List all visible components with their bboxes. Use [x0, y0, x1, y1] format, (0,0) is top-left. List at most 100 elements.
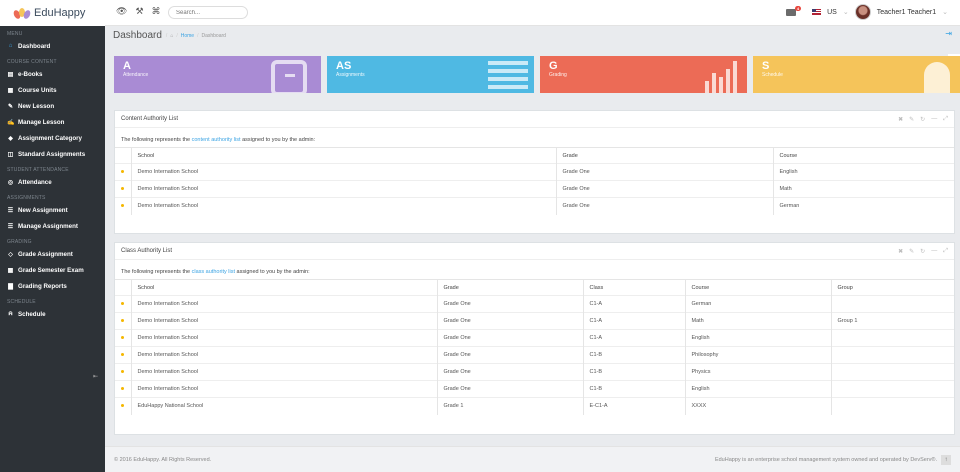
us-flag-icon — [812, 9, 822, 15]
language-selector[interactable]: US — [827, 9, 837, 16]
expand-icon[interactable]: ⌘ — [152, 6, 161, 17]
sidebar-item-course-units[interactable]: ▦ Course Units — [0, 82, 105, 98]
cell: Grade One — [436, 312, 583, 330]
list-icon: ☰ — [7, 207, 14, 214]
table-row[interactable]: Demo Internation School Grade One C1-B Phys… — [115, 363, 954, 381]
cell: Demo Internation School — [130, 346, 437, 364]
status-cell — [115, 397, 131, 415]
bell-icon: ⍾ — [8, 310, 13, 317]
sidebar-item-label: Grade Semester Exam — [18, 266, 84, 274]
table-row[interactable]: Demo Internation School Grade One German — [115, 197, 954, 215]
status-dot — [121, 187, 125, 190]
sidebar-item-grading-reports[interactable]: ▇ Grading Reports — [0, 278, 105, 294]
minimize-icon[interactable]: — — [931, 116, 937, 123]
sidebar-section-student-attendance: STUDENT ATTENDANCE — [7, 167, 69, 173]
status-dot — [121, 302, 125, 305]
table-header[interactable]: School — [130, 279, 437, 296]
breadcrumb-home[interactable]: Home — [181, 33, 194, 39]
cell: C1-B — [582, 346, 685, 364]
table-row[interactable]: Demo Internation School Grade One Math — [115, 180, 954, 198]
cell — [830, 346, 954, 364]
tile-attendance[interactable]: A Attendance — [114, 56, 321, 93]
table-row[interactable]: Demo Internation School Grade One C1-A Engl… — [115, 329, 954, 347]
status-dot — [121, 336, 125, 339]
table-row[interactable]: Demo Internation School Grade One C1-A Germ… — [115, 295, 954, 313]
tile-grading[interactable]: G Grading — [540, 56, 747, 93]
table-row[interactable]: Demo Internation School Grade One C1-B Engl… — [115, 380, 954, 398]
tile-schedule[interactable]: S Schedule — [753, 56, 960, 93]
cell: Demo Internation School — [130, 312, 437, 330]
close-icon[interactable]: ✖ — [898, 116, 903, 123]
sidebar-item-label: Grade Assignment — [18, 250, 73, 258]
table-row[interactable]: EduHappy National School Grade 1 E-C1-A XXX… — [115, 397, 954, 415]
class-authority-link[interactable]: class authority list — [192, 269, 235, 275]
cell: Demo Internation School — [130, 163, 556, 181]
table-header[interactable]: Course — [772, 147, 954, 164]
intro-text: assigned to you by the admin: — [235, 269, 310, 275]
brand[interactable]: EduHappy — [0, 0, 105, 26]
table-header — [115, 279, 131, 296]
eye-icon[interactable]: 👁 — [116, 6, 127, 17]
refresh-icon[interactable]: ↻ — [920, 248, 925, 255]
cell: Math — [684, 312, 831, 330]
circle-icon: ◎ — [7, 179, 14, 186]
table-row[interactable]: Demo Internation School Grade One C1-A Math… — [115, 312, 954, 330]
columns-icon: ◫ — [7, 151, 14, 158]
sidebar-item-schedule[interactable]: ⍾ Schedule — [0, 306, 105, 322]
sidebar-item-grade-semester-exam[interactable]: ▦ Grade Semester Exam — [0, 262, 105, 278]
table-header[interactable]: School — [130, 147, 556, 164]
tile-label: Schedule — [762, 72, 783, 78]
class-authority-table: School Grade Class Course Group Demo Int… — [115, 279, 954, 415]
content-authority-panel: Content Authority List ✖ ✎ ↻ — ⤢ The fol… — [114, 110, 955, 234]
pencil-icon: ✎ — [7, 103, 14, 110]
table-row[interactable]: Demo Internation School Grade One C1-B Phil… — [115, 346, 954, 364]
sidebar-item-new-assignment[interactable]: ☰ New Assignment — [0, 202, 105, 218]
list-icon — [488, 61, 528, 89]
sidebar-item-label: New Assignment — [18, 206, 68, 214]
collapse-sidebar-icon[interactable]: ⇤ — [93, 373, 98, 380]
pencil-icon[interactable]: ✎ — [909, 116, 914, 123]
search-input[interactable] — [168, 6, 248, 19]
sidebar-item-manage-lesson[interactable]: ✍ Manage Lesson — [0, 114, 105, 130]
sidebar-item-ebooks[interactable]: ▤ e-Books — [0, 66, 105, 82]
expand-icon[interactable]: ⤢ — [943, 116, 948, 123]
table-header[interactable]: Grade — [555, 147, 773, 164]
pencil-icon[interactable]: ✎ — [909, 248, 914, 255]
sidebar-item-label: Grading Reports — [18, 282, 67, 290]
mail-icon[interactable]: 4 — [786, 5, 802, 16]
expand-icon[interactable]: ⤢ — [943, 248, 948, 255]
sidebar-item-standard-assignments[interactable]: ◫ Standard Assignments — [0, 146, 105, 162]
cell: C1-B — [582, 380, 685, 398]
user-name[interactable]: Teacher1 Teacher1 — [877, 9, 936, 16]
sidebar-item-grade-assignment[interactable]: ◇ Grade Assignment — [0, 246, 105, 262]
scroll-to-top-icon[interactable]: ↑ — [941, 454, 951, 465]
content-authority-table: School Grade Course Demo Internation Sch… — [115, 147, 954, 215]
sidebar-item-attendance[interactable]: ◎ Attendance — [0, 174, 105, 190]
panel-title: Class Authority List — [121, 248, 173, 254]
sidebar-item-dashboard[interactable]: ⌂ Dashboard — [0, 38, 105, 54]
panel-intro: The following represents the class autho… — [115, 260, 954, 279]
table-header[interactable]: Group — [830, 279, 954, 296]
table-header[interactable]: Course — [684, 279, 831, 296]
avatar[interactable] — [854, 4, 871, 20]
tile-assignments[interactable]: AS Assignments — [327, 56, 534, 93]
cell: Grade One — [436, 346, 583, 364]
home-icon[interactable]: ⌂ — [170, 33, 173, 39]
main-content: Dashboard / ⌂ / Home / Dashboard ⇥ ⚙ A A… — [105, 26, 960, 446]
cell — [830, 397, 954, 415]
logout-icon[interactable]: ⇥ — [945, 29, 952, 38]
cell: Grade One — [436, 329, 583, 347]
table-row[interactable]: Demo Internation School Grade One English — [115, 163, 954, 181]
tools-icon[interactable]: ⚒ — [135, 6, 143, 17]
table-header[interactable]: Grade — [436, 279, 583, 296]
sidebar-item-new-lesson[interactable]: ✎ New Lesson — [0, 98, 105, 114]
sidebar-item-assignment-category[interactable]: ◆ Assignment Category — [0, 130, 105, 146]
sidebar-section-grading: GRADING — [7, 239, 32, 245]
panel-intro: The following represents the content aut… — [115, 128, 954, 147]
table-header[interactable]: Class — [582, 279, 685, 296]
content-authority-link[interactable]: content authority list — [192, 137, 241, 143]
minimize-icon[interactable]: — — [931, 248, 937, 255]
refresh-icon[interactable]: ↻ — [920, 116, 925, 123]
sidebar-item-manage-assignment[interactable]: ☰ Manage Assignment — [0, 218, 105, 234]
close-icon[interactable]: ✖ — [898, 248, 903, 255]
